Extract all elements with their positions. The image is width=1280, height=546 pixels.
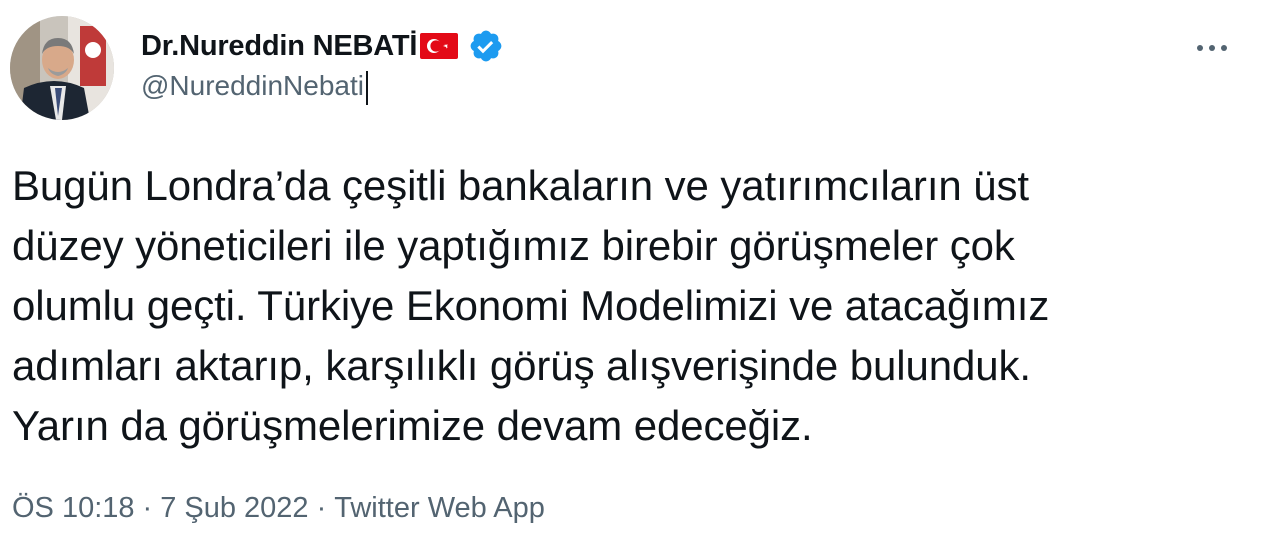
meta-separator: · (142, 492, 153, 524)
display-name[interactable]: Dr.Nureddin NEBATİ (141, 30, 417, 63)
avatar[interactable] (10, 16, 114, 120)
meta-separator: · (316, 492, 327, 524)
handle-text: @NureddinNebati (141, 70, 364, 101)
avatar-photo (10, 16, 114, 120)
name-row: Dr.Nureddin NEBATİ (141, 24, 504, 68)
tweet-time[interactable]: ÖS 10:18 (12, 492, 135, 525)
author-block: Dr.Nureddin NEBATİ @NureddinNebati (141, 24, 504, 105)
more-horizontal-icon (1197, 45, 1227, 51)
turkey-flag-icon (420, 33, 459, 59)
text-cursor (366, 70, 368, 105)
tweet-meta: ÖS 10:18 · 7 Şub 2022 · Twitter Web App (12, 492, 545, 525)
tweet-card: Dr.Nureddin NEBATİ @NureddinNebati Bugün… (0, 0, 1280, 546)
more-options-button[interactable] (1192, 28, 1232, 68)
handle[interactable]: @NureddinNebati (141, 70, 368, 105)
tweet-source[interactable]: Twitter Web App (334, 492, 545, 525)
verified-badge-icon (468, 28, 504, 64)
tweet-text: Bugün Londra’da çeşitli bankaların ve ya… (12, 162, 1050, 449)
tweet-date[interactable]: 7 Şub 2022 (160, 492, 308, 525)
